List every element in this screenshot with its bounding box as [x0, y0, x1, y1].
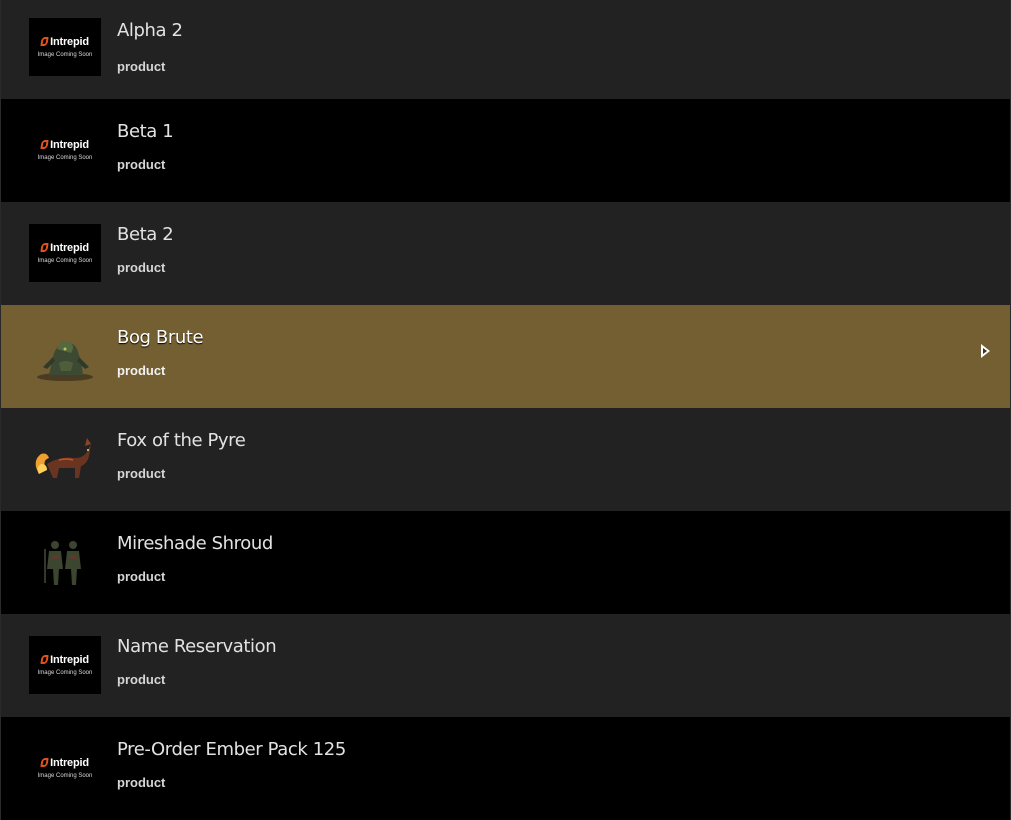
- product-list: Intrepid Image Coming Soon Alpha 2 produ…: [0, 0, 1011, 820]
- intrepid-logo: Intrepid: [41, 36, 89, 48]
- item-title: Pre-Order Ember Pack 125: [117, 739, 346, 760]
- item-subtitle: product: [117, 59, 166, 74]
- mireshade-shroud-image: [29, 533, 101, 591]
- list-item-alpha-2[interactable]: Intrepid Image Coming Soon Alpha 2 produ…: [0, 0, 1011, 99]
- item-title: Fox of the Pyre: [117, 430, 246, 451]
- product-thumbnail: Intrepid Image Coming Soon: [29, 121, 101, 179]
- item-subtitle: product: [117, 363, 166, 378]
- intrepid-logo: Intrepid: [41, 654, 89, 666]
- item-title: Beta 2: [117, 224, 174, 245]
- brand-text: Intrepid: [50, 242, 89, 254]
- item-subtitle: product: [117, 569, 166, 584]
- item-subtitle: product: [117, 466, 166, 481]
- item-title: Mireshade Shroud: [117, 533, 273, 554]
- item-title: Alpha 2: [117, 20, 183, 41]
- brand-text: Intrepid: [50, 757, 89, 769]
- product-thumbnail: Intrepid Image Coming Soon: [29, 18, 101, 76]
- list-item-beta-1[interactable]: Intrepid Image Coming Soon Beta 1 produc…: [0, 99, 1011, 202]
- image-coming-soon-caption: Image Coming Soon: [37, 155, 93, 161]
- item-subtitle: product: [117, 672, 166, 687]
- list-item-bog-brute[interactable]: Bog Brute product: [0, 305, 1011, 408]
- intrepid-logo-icon: [41, 758, 49, 768]
- item-subtitle: product: [117, 775, 166, 790]
- image-coming-soon-caption: Image Coming Soon: [37, 670, 93, 676]
- bog-brute-image: [29, 327, 101, 385]
- product-thumbnail: Intrepid Image Coming Soon: [29, 636, 101, 694]
- intrepid-logo-icon: [41, 140, 49, 150]
- intrepid-logo: Intrepid: [41, 757, 89, 769]
- list-item-fox-of-the-pyre[interactable]: Fox of the Pyre product: [0, 408, 1011, 511]
- item-title: Name Reservation: [117, 636, 277, 657]
- item-subtitle: product: [117, 157, 166, 172]
- intrepid-logo-icon: [41, 37, 49, 47]
- product-thumbnail: Intrepid Image Coming Soon: [29, 224, 101, 282]
- list-item-mireshade-shroud[interactable]: Mireshade Shroud product: [0, 511, 1011, 614]
- list-item-beta-2[interactable]: Intrepid Image Coming Soon Beta 2 produc…: [0, 202, 1011, 305]
- list-item-name-reservation[interactable]: Intrepid Image Coming Soon Name Reservat…: [0, 614, 1011, 717]
- fox-of-the-pyre-image: [29, 430, 101, 488]
- brand-text: Intrepid: [50, 139, 89, 151]
- chevron-right-icon[interactable]: [980, 343, 992, 359]
- intrepid-logo: Intrepid: [41, 242, 89, 254]
- intrepid-logo-icon: [41, 655, 49, 665]
- image-coming-soon-caption: Image Coming Soon: [37, 258, 93, 264]
- list-item-pre-order-ember-pack-125[interactable]: Intrepid Image Coming Soon Pre-Order Emb…: [0, 717, 1011, 820]
- item-subtitle: product: [117, 260, 166, 275]
- product-thumbnail: Intrepid Image Coming Soon: [29, 739, 101, 797]
- image-coming-soon-caption: Image Coming Soon: [37, 773, 93, 779]
- intrepid-logo-icon: [41, 243, 49, 253]
- brand-text: Intrepid: [50, 654, 89, 666]
- item-title: Bog Brute: [117, 327, 204, 348]
- item-title: Beta 1: [117, 121, 174, 142]
- brand-text: Intrepid: [50, 36, 89, 48]
- image-coming-soon-caption: Image Coming Soon: [37, 52, 93, 58]
- intrepid-logo: Intrepid: [41, 139, 89, 151]
